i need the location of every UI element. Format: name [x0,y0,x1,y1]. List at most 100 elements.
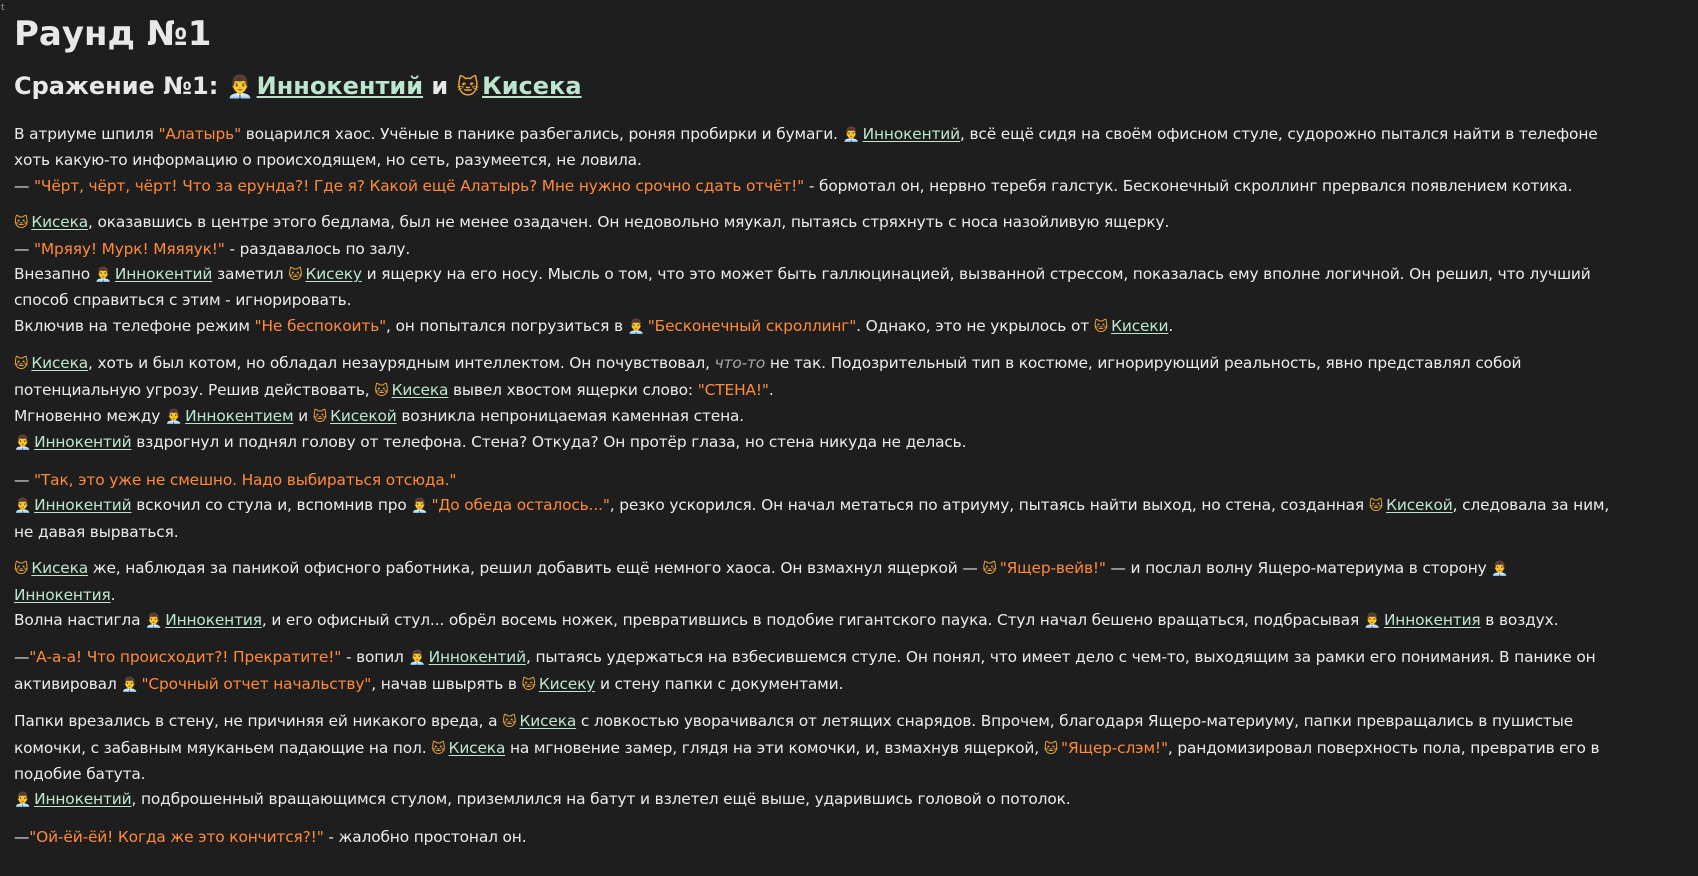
narrative-text: потенциальную угрозу. Решив действовать, [14,380,375,399]
quoted-phrase: "Срочный отчет начальству" [141,674,372,693]
story-line: — "Так, это уже не смешно. Надо выбирать… [14,468,1684,493]
battle-story: В атриуме шпиля "Алатырь" воцарился хаос… [14,122,1684,850]
story-line: 🐱 Кисека же, наблюдая за паникой офисного… [14,556,1684,582]
character-link[interactable]: Иннокентия [165,611,262,629]
character-link[interactable]: Кисека [449,739,506,757]
narrative-text: Включив на телефоне режим [14,316,255,335]
narrative-text: вздрогнул и поднял голову от телефона. С… [131,433,967,452]
cat-icon: 🐱 [521,676,536,693]
narrative-text: хоть какую-то информацию о происходящем,… [14,151,642,170]
cat-icon: 🐱 [456,75,480,100]
quoted-phrase: "Не беспокоить" [254,316,387,335]
narrative-text: Мгновенно между [14,407,166,426]
quoted-phrase: "Так, это уже не смешно. Надо выбираться… [33,470,457,489]
office-worker-icon: 👨‍💼 [1363,612,1381,629]
story-line: 👨‍💼 Иннокентий вздрогнул и поднял голову … [14,430,1684,456]
battle-and: и [423,72,457,100]
narrative-text: , и его офисный стул... обрёл восемь нож… [261,610,1364,629]
fighter-link-kiseka[interactable]: Кисека [482,72,581,100]
narrative-text: — [14,239,34,258]
narrative-text: . [110,585,116,604]
character-link[interactable]: Иннокентий [863,125,961,143]
character-link[interactable]: Кисекой [1386,496,1453,514]
narrative-text: — и послал волну Ящеро-материума в сторо… [1105,559,1492,578]
office-worker-icon: 👨‍💼 [145,612,163,629]
office-worker-icon: 👨‍💼 [226,75,254,100]
character-link[interactable]: Иннокентия [1384,611,1481,629]
office-worker-icon: 👨‍💼 [627,318,645,335]
narrative-text: вскочил со стула и, вспомнив про [131,496,412,515]
quoted-phrase: "Бесконечный скроллинг" [647,316,857,335]
character-link[interactable]: Иннокентием [185,407,293,425]
story-line: —"Ой-ёй-ёй! Когда же это кончится?!" - ж… [14,825,1684,850]
narrative-text: и стену папки с документами. [595,674,844,693]
office-worker-icon: 👨‍💼 [411,498,429,515]
narrative-text: — [14,470,34,489]
character-link[interactable]: Кисеки [1111,317,1168,335]
story-paragraph: 🐱 Кисека, оказавшись в центре этого бедла… [14,210,1684,340]
narrative-text: - раздавалось по залу. [224,239,411,258]
corner-mark: t [1,3,5,13]
narrative-text: и ящерку на его носу. Мысль о том, что э… [361,265,1591,284]
story-line: комочки, с забавным мяуканьем падающие н… [14,736,1684,762]
narrative-text: — [14,648,30,667]
narrative-text: не давая вырваться. [14,522,179,541]
office-worker-icon: 👨‍💼 [842,127,860,143]
narrative-text: , следовала за ним, [1452,496,1610,515]
character-link[interactable]: Иннокентий [429,648,527,666]
quoted-phrase: "До обеда осталось..." [431,496,610,515]
story-line: Включив на телефоне режим "Не беспокоить… [14,314,1684,340]
story-paragraph: 🐱 Кисека, хоть и был котом, но обладал не… [14,351,1684,457]
quoted-phrase: "СТЕНА!" [697,380,769,399]
character-link[interactable]: Иннокентий [34,433,132,451]
story-line: Иннокентия. [14,583,1684,608]
story-paragraph: — "Так, это уже не смешно. Надо выбирать… [14,468,1684,545]
narrative-text: и [293,407,313,426]
character-link[interactable]: Кисека [31,213,88,231]
office-worker-icon: 👨‍💼 [165,409,183,426]
story-line: потенциальную угрозу. Решив действовать,… [14,378,1684,404]
story-line: Волна настигла 👨‍💼 Иннокентия, и его офис… [14,608,1684,634]
narrative-text: же, наблюдая за паникой офисного работни… [88,559,983,578]
character-link[interactable]: Иннокентий [115,265,213,283]
narrative-text: воцарился хаос. Учёные в панике разбегал… [241,125,843,143]
narrative-text: . Однако, это не укрылось от [856,316,1094,335]
cat-icon: 🐱 [374,382,389,399]
character-link[interactable]: Кисеку [539,675,596,693]
narrative-text: - бормотал он, нервно теребя галстук. Бе… [804,176,1573,195]
story-paragraph: 🐱 Кисека же, наблюдая за паникой офисного… [14,556,1684,634]
story-paragraph: В атриуме шпиля "Алатырь" воцарился хаос… [14,122,1684,199]
cat-icon: 🐱 [288,267,303,284]
narrative-text: на мгновение замер, глядя на эти комочки… [505,738,1044,757]
office-worker-icon: 👨‍💼 [14,792,32,809]
cat-icon: 🐱 [431,740,446,757]
narrative-text: комочки, с забавным мяуканьем падающие н… [14,738,432,757]
office-worker-icon: 👨‍💼 [1491,561,1509,578]
cat-icon: 🐱 [14,356,29,373]
character-link[interactable]: Кисекой [330,407,397,425]
story-line: — "Чёрт, чёрт, чёрт! Что за ерунда?! Где… [14,174,1684,199]
character-link[interactable]: Кисека [31,559,88,577]
narrative-text: - вопил [341,648,409,667]
narrative-text: . [1168,316,1174,335]
character-link[interactable]: Иннокентий [34,790,132,808]
character-link[interactable]: Кисека [519,712,576,730]
office-worker-icon: 👨‍💼 [121,676,139,693]
office-worker-icon: 👨‍💼 [94,267,112,284]
quoted-phrase: "Ящер-вейв!" [999,559,1106,578]
round-title: Раунд №1 [14,14,212,54]
character-link[interactable]: Иннокентия [14,586,111,604]
story-line: —"А-а-а! Что происходит?! Прекратите!" -… [14,645,1684,671]
story-line: подобие батута. [14,762,1684,787]
character-link[interactable]: Кисека [31,354,88,372]
narrative-text: , рандомизировал поверхность пола, превр… [1167,738,1600,757]
fighter-link-innokentiy[interactable]: Иннокентий [257,72,423,100]
narrative-text: вывел хвостом ящерки слово: [448,380,698,399]
character-link[interactable]: Иннокентий [34,496,132,514]
narrative-text: . [768,380,774,399]
narrative-text: , хоть и был котом, но обладал незаурядн… [88,354,715,373]
story-line: Внезапно 👨‍💼 Иннокентий заметил 🐱 Кисеку и… [14,262,1684,288]
character-link[interactable]: Кисеку [306,265,363,283]
emphasis-text: что-то [714,354,766,373]
character-link[interactable]: Кисека [392,381,449,399]
